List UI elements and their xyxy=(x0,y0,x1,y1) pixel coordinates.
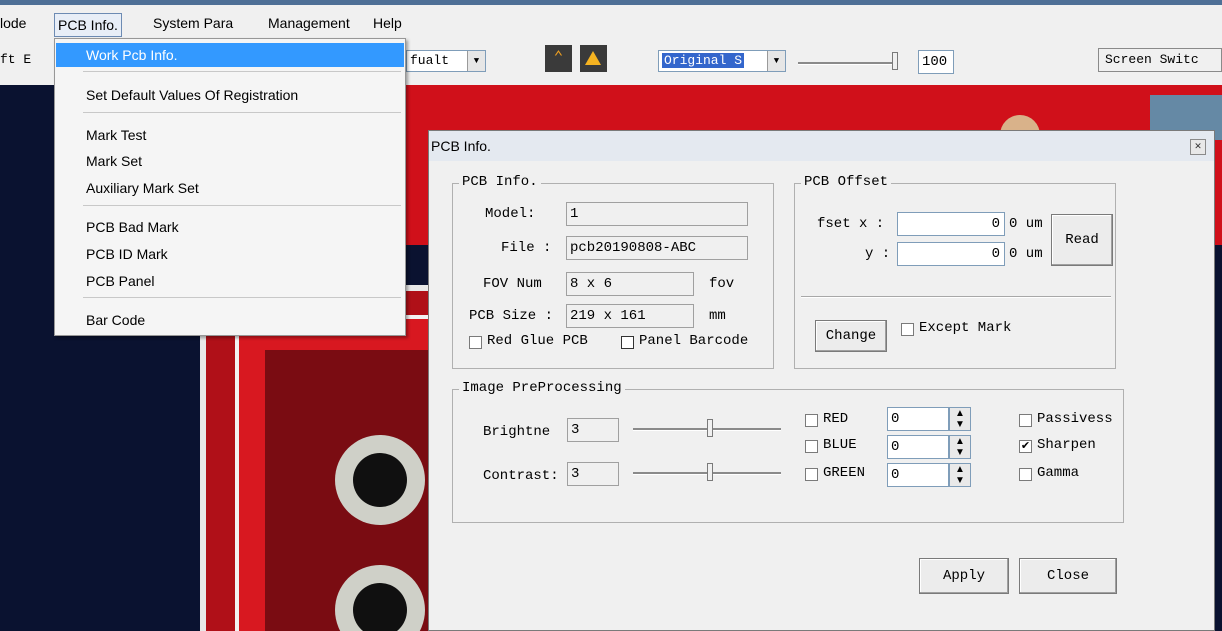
file-label: File : xyxy=(501,240,552,256)
menu-item-pcb-bad-mark[interactable]: PCB Bad Mark xyxy=(56,215,404,239)
gamma-checkbox[interactable] xyxy=(1019,468,1032,481)
dialog-title-bar[interactable]: PCB Info. ✕ xyxy=(429,131,1214,161)
fov-unit: fov xyxy=(709,276,735,292)
pcb-info-legend: PCB Info. xyxy=(459,174,541,190)
menu-item-pcb-id-mark[interactable]: PCB ID Mark xyxy=(56,242,404,266)
pcb-size-field[interactable]: 219 x 161 xyxy=(566,304,694,328)
brightness-label: Brightne xyxy=(483,424,551,440)
warning-triangle-icon[interactable] xyxy=(580,45,607,72)
apply-button[interactable]: Apply xyxy=(919,558,1009,594)
chevron-down-icon: ▼ xyxy=(467,51,485,71)
green-spinner[interactable]: ▲ ▼ xyxy=(949,463,971,487)
fov-num-label: FOV Num xyxy=(483,276,542,292)
offset-divider xyxy=(801,296,1111,298)
red-spinner[interactable]: ▲ ▼ xyxy=(949,407,971,431)
pcb-offset-group: PCB Offset fset x : 0 0 um y : 0 0 um Re… xyxy=(794,174,1116,369)
file-field[interactable]: pcb20190808-ABC xyxy=(566,236,748,260)
red-label: RED xyxy=(823,411,849,427)
view-mode-select[interactable]: Original S ▼ xyxy=(658,50,786,72)
zoom-slider[interactable] xyxy=(798,62,898,65)
except-mark-label: Except Mark xyxy=(919,320,1012,336)
green-label: GREEN xyxy=(823,465,866,481)
pcb-info-group: PCB Info. Model: 1 File : pcb20190808-AB… xyxy=(452,174,774,369)
toolbar-left-label: ft E xyxy=(0,52,32,67)
red-checkbox[interactable] xyxy=(805,414,818,427)
offset-x-field[interactable]: 0 xyxy=(897,212,1005,236)
red-glue-pcb-checkbox[interactable] xyxy=(469,336,482,349)
blue-field[interactable]: 0 xyxy=(887,435,949,459)
contrast-label: Contrast: xyxy=(483,468,559,484)
zoom-value-field[interactable]: 100 xyxy=(918,50,954,74)
zoom-slider-thumb[interactable] xyxy=(892,52,898,70)
menu-item-set-default-registration[interactable]: Set Default Values Of Registration xyxy=(56,83,404,107)
contrast-field[interactable]: 3 xyxy=(567,462,619,486)
panel-barcode-checkbox[interactable] xyxy=(621,336,634,349)
menu-help[interactable]: Help xyxy=(373,15,402,31)
pcb-size-unit: mm xyxy=(709,308,726,324)
offset-y-field[interactable]: 0 xyxy=(897,242,1005,266)
pcb-offset-legend: PCB Offset xyxy=(801,174,892,190)
model-field[interactable]: 1 xyxy=(566,202,748,226)
screen-switch-button[interactable]: Screen Switc xyxy=(1098,48,1222,72)
menu-item-mark-test[interactable]: Mark Test xyxy=(56,123,404,147)
green-checkbox[interactable] xyxy=(805,468,818,481)
menu-item-bar-code[interactable]: Bar Code xyxy=(56,308,404,332)
green-field[interactable]: 0 xyxy=(887,463,949,487)
view-mode-value: Original S xyxy=(662,53,745,68)
menu-bar: lode PCB Info. System Para Management He… xyxy=(0,0,1222,38)
default-select-value: fualt xyxy=(410,53,450,68)
double-chevron-up-icon[interactable]: ⌃ xyxy=(545,45,572,72)
pcb-size-label: PCB Size : xyxy=(469,308,554,324)
blue-spinner[interactable]: ▲ ▼ xyxy=(949,435,971,459)
gamma-label: Gamma xyxy=(1037,465,1080,481)
panel-barcode-label: Panel Barcode xyxy=(639,333,749,349)
menu-mode[interactable]: lode xyxy=(0,15,26,31)
sharpen-checkbox[interactable]: ✔ xyxy=(1019,440,1032,453)
read-button[interactable]: Read xyxy=(1051,214,1113,266)
passivess-checkbox[interactable] xyxy=(1019,414,1032,427)
menu-item-mark-set[interactable]: Mark Set xyxy=(56,149,404,173)
sharpen-label: Sharpen xyxy=(1037,437,1096,453)
default-select[interactable]: fualt ▼ xyxy=(406,50,486,72)
contrast-slider-thumb[interactable] xyxy=(707,463,713,481)
menu-separator xyxy=(83,71,401,72)
menu-management[interactable]: Management xyxy=(268,15,350,31)
pcb-via-hole xyxy=(335,435,425,525)
change-button[interactable]: Change xyxy=(815,320,887,352)
close-icon[interactable]: ✕ xyxy=(1190,139,1206,155)
image-preprocessing-group: Image PreProcessing Brightne 3 Contrast:… xyxy=(452,380,1124,523)
blue-checkbox[interactable] xyxy=(805,440,818,453)
red-field[interactable]: 0 xyxy=(887,407,949,431)
pcb-info-dropdown: Work Pcb Info. Set Default Values Of Reg… xyxy=(54,38,406,336)
offset-x-unit: 0 um xyxy=(1009,216,1043,232)
offset-x-label: fset x : xyxy=(817,216,885,232)
blue-label: BLUE xyxy=(823,437,857,453)
close-button[interactable]: Close xyxy=(1019,558,1117,594)
brightness-field[interactable]: 3 xyxy=(567,418,619,442)
menu-separator xyxy=(83,297,401,298)
offset-y-unit: 0 um xyxy=(1009,246,1043,262)
offset-y-label: y : xyxy=(865,246,891,262)
menu-pcb-info[interactable]: PCB Info. xyxy=(54,13,122,37)
menu-item-pcb-panel[interactable]: PCB Panel xyxy=(56,269,404,293)
menu-separator xyxy=(83,112,401,113)
passivess-label: Passivess xyxy=(1037,411,1113,427)
menu-system-para[interactable]: System Para xyxy=(153,15,233,31)
except-mark-checkbox[interactable] xyxy=(901,323,914,336)
fov-num-field[interactable]: 8 x 6 xyxy=(566,272,694,296)
chevron-down-icon: ▼ xyxy=(767,51,785,71)
red-glue-pcb-label: Red Glue PCB xyxy=(487,333,588,349)
menu-item-work-pcb-info[interactable]: Work Pcb Info. xyxy=(56,43,404,67)
image-preprocessing-legend: Image PreProcessing xyxy=(459,380,625,396)
dialog-title: PCB Info. xyxy=(431,138,491,154)
menu-item-auxiliary-mark-set[interactable]: Auxiliary Mark Set xyxy=(56,176,404,200)
brightness-slider-thumb[interactable] xyxy=(707,419,713,437)
pcb-info-dialog: PCB Info. ✕ PCB Info. Model: 1 File : pc… xyxy=(428,130,1215,631)
menu-separator xyxy=(83,205,401,206)
model-label: Model: xyxy=(485,206,536,222)
